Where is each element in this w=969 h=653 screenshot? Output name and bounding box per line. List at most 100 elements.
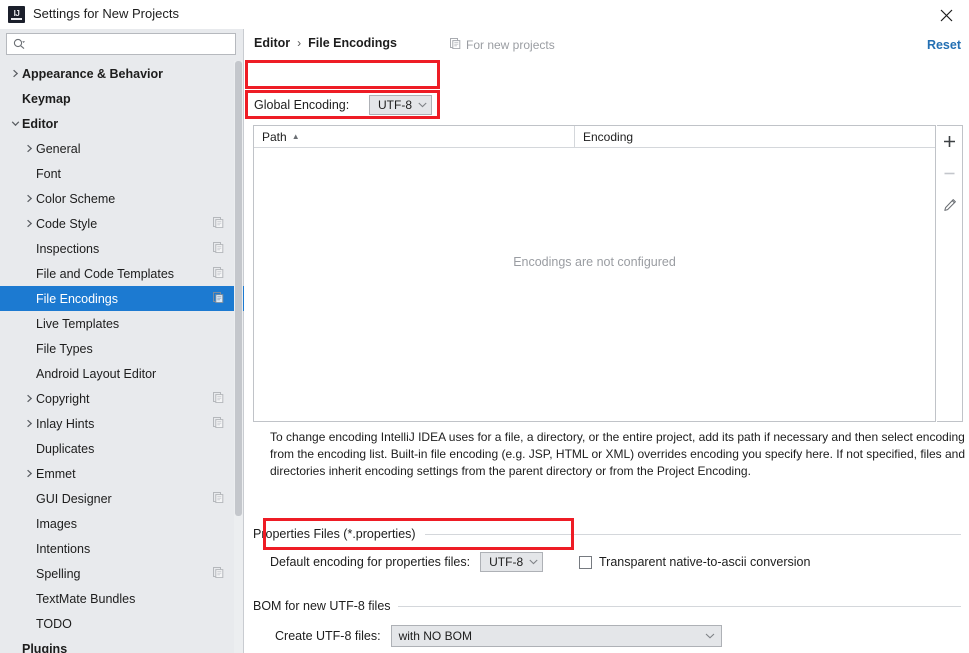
reset-link[interactable]: Reset [927,38,961,52]
chevron-right-icon[interactable] [22,419,36,428]
close-icon[interactable] [935,4,957,26]
sidebar-item-editor[interactable]: Editor [0,111,244,136]
copy-indicator-icon [213,291,224,306]
sidebar-item-label: Intentions [36,541,91,556]
table-body: Encodings are not configured [254,148,935,421]
add-button[interactable] [939,130,961,152]
scope-label-text: For new projects [466,38,555,52]
sidebar-item-inlay-hints[interactable]: Inlay Hints [0,411,244,436]
sidebar-item-images[interactable]: Images [0,511,244,536]
copy-indicator-icon [213,391,224,406]
remove-button[interactable] [939,162,961,184]
sidebar-item-spelling[interactable]: Spelling [0,561,244,586]
intellij-idea-icon: IJ [8,6,25,23]
chevron-right-icon[interactable] [22,469,36,478]
copy-indicator-icon [213,491,224,506]
sidebar-item-live-templates[interactable]: Live Templates [0,311,244,336]
scope-label: For new projects [450,38,555,52]
sidebar-item-appearance-behavior[interactable]: Appearance & Behavior [0,61,244,86]
sidebar-item-duplicates[interactable]: Duplicates [0,436,244,461]
sidebar-item-plugins[interactable]: Plugins [0,636,244,653]
chevron-right-icon[interactable] [22,144,36,153]
sidebar-item-label: Android Layout Editor [36,366,157,381]
sidebar-item-intentions[interactable]: Intentions [0,536,244,561]
sidebar-item-emmet[interactable]: Emmet [0,461,244,486]
chevron-right-icon[interactable] [8,69,22,78]
sidebar-item-label: TextMate Bundles [36,591,136,606]
transparent-conversion-checkbox[interactable] [579,555,592,569]
column-header-encoding[interactable]: Encoding [575,126,633,147]
sidebar-item-label: Appearance & Behavior [22,66,164,81]
global-encoding-label: Global Encoding: [254,98,350,112]
sidebar-item-label: Code Style [36,216,98,231]
sidebar-item-color-scheme[interactable]: Color Scheme [0,186,244,211]
properties-encoding-select[interactable]: UTF-8 [480,552,544,572]
search-input[interactable] [30,36,210,52]
transparent-conversion-row[interactable]: Transparent native-to-ascii conversion [579,555,810,569]
empty-state-message: Encodings are not configured [513,255,676,269]
edit-button[interactable] [939,194,961,216]
sidebar-item-code-style[interactable]: Code Style [0,211,244,236]
sidebar-item-keymap[interactable]: Keymap [0,86,244,111]
table-toolbar [937,125,963,422]
sidebar-item-font[interactable]: Font [0,161,244,186]
properties-encoding-row: Default encoding for properties files: U… [270,552,544,572]
sidebar-item-label: General [36,141,81,156]
sidebar-item-inspections[interactable]: Inspections [0,236,244,261]
sidebar-item-label: Duplicates [36,441,95,456]
sidebar-item-label: Inspections [36,241,100,256]
sidebar-item-label: Spelling [36,566,81,581]
sidebar-item-label: File and Code Templates [36,266,175,281]
sidebar-item-label: Live Templates [36,316,120,331]
search-box[interactable] [6,33,236,55]
sidebar-item-label: File Types [36,341,93,356]
sidebar-item-file-encodings[interactable]: File Encodings [0,286,244,311]
bom-section-title: BOM for new UTF-8 files [253,599,397,613]
bom-section-divider [398,606,961,607]
search-icon [13,38,26,50]
sidebar-item-textmate-bundles[interactable]: TextMate Bundles [0,586,244,611]
copy-indicator-icon [213,241,224,256]
sidebar-item-label: Inlay Hints [36,416,95,431]
settings-sidebar: Appearance & Behavior Keymap Editor General… [0,29,244,653]
breadcrumb-separator-icon: › [297,36,302,50]
global-encoding-value: UTF-8 [378,98,412,112]
sidebar-item-file-types[interactable]: File Types [0,336,244,361]
copy-indicator-icon [213,416,224,431]
breadcrumb-parent[interactable]: Editor [254,36,290,50]
sidebar-scrollbar-thumb[interactable] [235,61,242,516]
sidebar-item-label: Editor [22,116,59,131]
sidebar-item-label: Plugins [22,641,68,653]
sidebar-item-label: Images [36,516,77,531]
table-header-row: Path ▲ Encoding [254,126,935,148]
breadcrumb-current: File Encodings [308,36,398,50]
sidebar-item-gui-designer[interactable]: GUI Designer [0,486,244,511]
sidebar-item-label: Color Scheme [36,191,116,206]
window-title: Settings for New Projects [33,6,179,21]
sidebar-item-label: Emmet [36,466,76,481]
create-utf8-value: with NO BOM [398,629,472,643]
sidebar-scrollbar[interactable] [234,61,243,653]
sidebar-item-label: TODO [36,616,72,631]
chevron-right-icon[interactable] [22,394,36,403]
sidebar-item-file-and-code-templates[interactable]: File and Code Templates [0,261,244,286]
sidebar-item-todo[interactable]: TODO [0,611,244,636]
chevron-right-icon[interactable] [22,219,36,228]
settings-tree: Appearance & Behavior Keymap Editor General… [0,61,244,653]
column-header-encoding-label: Encoding [583,129,634,144]
chevron-down-icon[interactable] [8,119,22,128]
sidebar-item-android-layout-editor[interactable]: Android Layout Editor [0,361,244,386]
chevron-right-icon[interactable] [22,194,36,203]
copy-indicator-icon [213,216,224,231]
properties-section-divider [425,534,961,535]
sidebar-item-general[interactable]: General [0,136,244,161]
properties-encoding-label: Default encoding for properties files: [270,555,471,569]
column-header-path[interactable]: Path ▲ [254,126,575,147]
create-utf8-select[interactable]: with NO BOM [390,625,722,647]
sidebar-item-label: GUI Designer [36,491,112,506]
sidebar-item-copyright[interactable]: Copyright [0,386,244,411]
encodings-description: To change encoding IntelliJ IDEA uses fo… [270,430,966,478]
global-encoding-select[interactable]: UTF-8 [369,95,432,115]
global-encoding-row: Global Encoding: UTF-8 [254,95,432,115]
breadcrumb: Editor › File Encodings [254,36,397,50]
